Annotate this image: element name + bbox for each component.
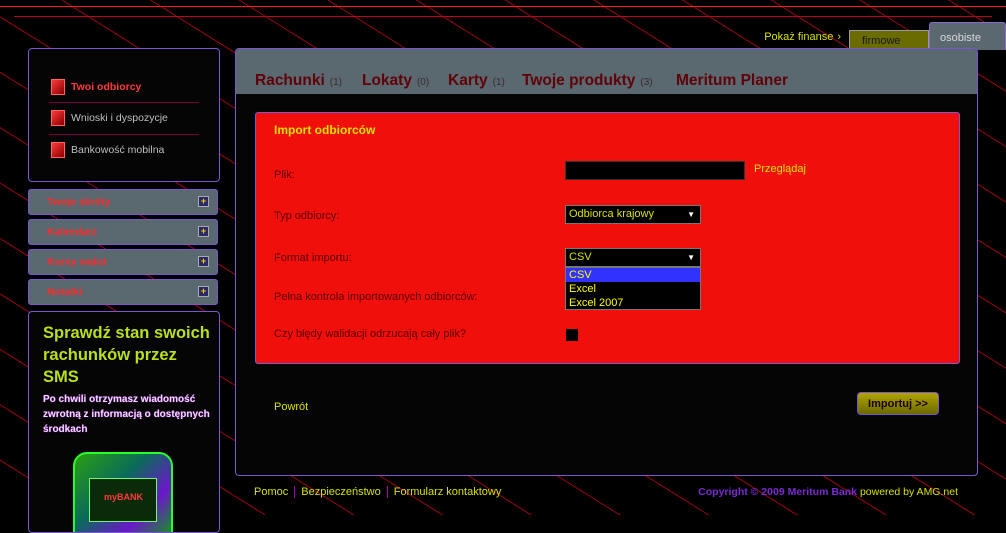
main-panel: Rachunki (1) Lokaty (0) Karty (1) Twoje pro… [235, 48, 978, 476]
sms-promo[interactable]: Sprawdź stan swoich rachunków przez SMS … [28, 311, 220, 533]
recipient-type-select[interactable]: Odbiorca krajowy ▼ [565, 205, 701, 224]
recipient-type-label: Typ odbiorcy: [274, 210, 340, 222]
show-finance-link[interactable]: Pokaż finanse › [764, 31, 841, 43]
tab-your-products[interactable]: Twoje produkty (3) [522, 72, 653, 90]
contact-form-link[interactable]: Formularz kontaktowy [386, 486, 508, 498]
security-link[interactable]: Bezpieczeństwo [294, 486, 387, 498]
powered-by[interactable]: powered by AMG.net [860, 486, 958, 498]
notes-box[interactable]: Notatki + [28, 279, 218, 305]
copyright-text: Copyright © 2009 Meritum Bank [698, 486, 858, 498]
sidebar-item-label: Twoi odbiorcy [71, 81, 142, 93]
import-format-label: Format importu: [274, 252, 352, 264]
divider [49, 134, 199, 135]
shortcuts-box[interactable]: Twoje skróty + [28, 189, 218, 215]
dropdown-option[interactable]: CSV [566, 268, 700, 282]
tab-business[interactable]: firmowe [849, 30, 929, 50]
top-nav: Pokaż finanse › firmowe osobiste [764, 22, 1006, 50]
box-label: Twoje skróty [47, 196, 111, 208]
sidebar-menu: Twoi odbiorcy Wnioski i dyspozycje Banko… [28, 48, 220, 182]
dropdown-option[interactable]: Excel 2007 [566, 296, 700, 310]
select-value: Odbiorca krajowy [569, 208, 654, 220]
import-button[interactable]: Importuj >> [857, 392, 939, 415]
form-title: Import odbiorców [274, 123, 376, 137]
sidebar-item-recipients[interactable]: Twoi odbiorcy [51, 79, 141, 95]
select-value: CSV [569, 251, 592, 263]
import-format-select[interactable]: CSV ▼ [565, 248, 701, 267]
full-control-label: Pełna kontrola importowanych odbiorców: [274, 291, 478, 303]
file-label: Plik: [274, 169, 295, 181]
import-format-dropdown: CSV Excel Excel 2007 [565, 267, 701, 310]
phone-image: myBANK [73, 452, 173, 532]
exchange-rates-box[interactable]: Kursy walut + [28, 249, 218, 275]
sidebar-item-mobile-banking[interactable]: Bankowość mobilna [51, 142, 164, 158]
browse-button[interactable]: Przeglądaj [754, 163, 806, 175]
chevron-right-icon: › [837, 31, 841, 43]
promo-text: Po chwili otrzymasz wiadomość zwrotną z … [43, 394, 210, 435]
mobile-icon [51, 142, 65, 158]
help-link[interactable]: Pomoc [254, 486, 294, 498]
dropdown-arrow-icon: ▼ [687, 253, 695, 262]
expand-icon[interactable]: + [198, 256, 209, 267]
box-label: Kalendarz [47, 226, 98, 238]
dropdown-option[interactable]: Excel [566, 282, 700, 296]
dropdown-arrow-icon: ▼ [687, 210, 695, 219]
tab-cards[interactable]: Karty (1) [448, 72, 505, 90]
top-divider-secondary [14, 16, 992, 17]
tab-accounts[interactable]: Rachunki (1) [255, 72, 342, 90]
document-icon [51, 110, 65, 126]
back-link[interactable]: Powrót [274, 401, 308, 413]
validation-errors-label: Czy błędy walidacji odrzucają cały plik? [274, 328, 466, 340]
sidebar-item-label: Bankowość mobilna [71, 144, 165, 156]
phone-screen: myBANK [89, 478, 157, 522]
sidebar-item-label: Wnioski i dyspozycje [71, 112, 168, 124]
box-label: Kursy walut [47, 256, 107, 268]
main-tabs: Rachunki (1) Lokaty (0) Karty (1) Twoje pro… [236, 49, 977, 94]
tab-personal[interactable]: osobiste [929, 22, 1006, 50]
box-label: Notatki [47, 286, 83, 298]
expand-icon[interactable]: + [198, 196, 209, 207]
person-icon [51, 79, 65, 95]
divider [49, 102, 199, 103]
phone-screen-text: myBANK [104, 492, 144, 502]
validation-errors-checkbox[interactable] [566, 329, 578, 341]
footer-links: Pomoc Bezpieczeństwo Formularz kontaktow… [254, 486, 507, 498]
top-divider [0, 6, 1006, 7]
sidebar-item-requests[interactable]: Wnioski i dyspozycje [51, 110, 168, 126]
expand-icon[interactable]: + [198, 226, 209, 237]
tab-meritum-planner[interactable]: Meritum Planer [676, 72, 788, 90]
promo-heading: Sprawdź stan swoich rachunków przez SMS [43, 324, 210, 386]
tab-deposits[interactable]: Lokaty (0) [362, 72, 429, 90]
expand-icon[interactable]: + [198, 286, 209, 297]
file-input[interactable] [565, 161, 745, 180]
calendar-box[interactable]: Kalendarz + [28, 219, 218, 245]
import-form: Import odbiorców Plik: Przeglądaj Typ od… [255, 112, 960, 364]
copyright: Copyright © 2009 Meritum Bank powered by… [698, 486, 958, 498]
